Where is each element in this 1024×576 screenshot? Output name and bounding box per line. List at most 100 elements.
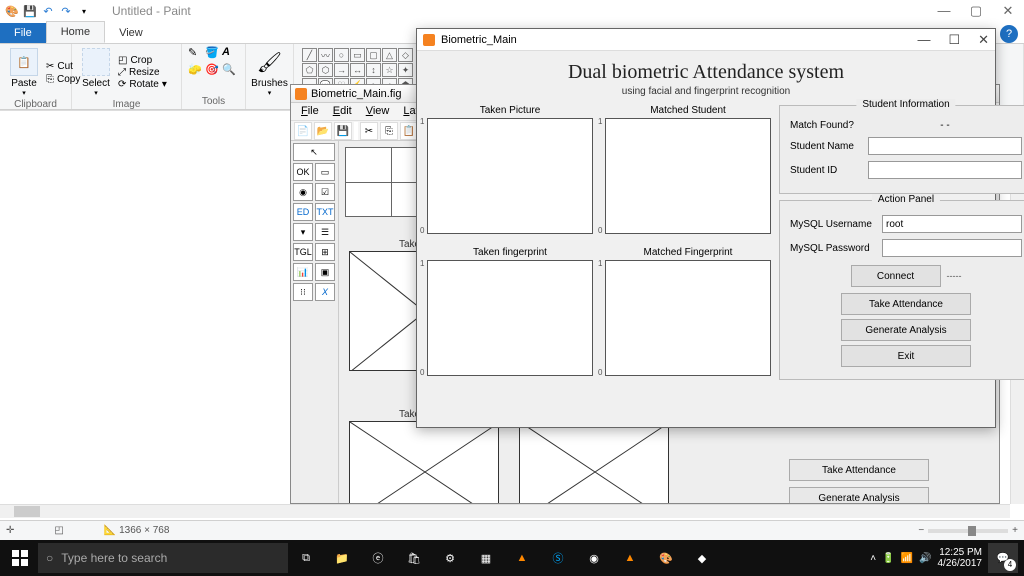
take-attendance-button[interactable]: Take Attendance	[841, 293, 971, 315]
scrollbar-horizontal[interactable]	[0, 504, 1010, 518]
tab-home[interactable]: Home	[46, 21, 105, 43]
student-id-field[interactable]	[868, 161, 1022, 179]
taskbar-clock[interactable]: 12:25 PM4/26/2017	[938, 547, 983, 569]
maximize-button[interactable]: ▢	[964, 3, 988, 19]
activex-tool[interactable]: X	[315, 283, 335, 301]
checkbox-tool[interactable]: ☑	[315, 183, 335, 201]
save-icon[interactable]: 💾	[22, 3, 38, 19]
mysql-pass-field[interactable]	[882, 239, 1022, 257]
app-title: Dual biometric Attendance system	[427, 61, 985, 84]
axes-box-3[interactable]	[519, 421, 669, 503]
start-button[interactable]	[2, 540, 38, 576]
clipboard-label: Clipboard	[6, 99, 65, 110]
paint-title: Untitled - Paint	[112, 4, 191, 18]
brushes-button[interactable]: 🖌Brushes▾	[252, 46, 287, 99]
mysql-user-field[interactable]	[882, 215, 1022, 233]
paste-button[interactable]: 📋Paste▾	[6, 46, 42, 99]
tab-file[interactable]: File	[0, 23, 46, 43]
tray-chevron-icon[interactable]: ˄	[870, 553, 876, 564]
close-button[interactable]: ✕	[996, 3, 1020, 19]
tools-icons[interactable]: ✎🪣A 🧽🎯🔍	[188, 46, 239, 77]
biometric-titlebar[interactable]: Biometric_Main — ☐ ✕	[417, 29, 995, 51]
action-center-icon[interactable]: 💬4	[988, 543, 1018, 573]
zoom-out-button[interactable]: −	[918, 525, 924, 536]
open-icon[interactable]: 📂	[314, 122, 332, 140]
connect-button[interactable]: Connect	[851, 265, 941, 287]
axes-box-2[interactable]	[349, 421, 499, 503]
plot-taken-picture: Taken Picture 10	[427, 105, 593, 239]
qat-dropdown-icon[interactable]: ▾	[76, 3, 92, 19]
rotate-button[interactable]: ⟳ Rotate ▾	[118, 79, 167, 90]
resize-button[interactable]: ⤢ Resize	[118, 67, 167, 78]
minimize-button[interactable]: —	[932, 3, 956, 19]
menu-file[interactable]: File	[295, 103, 325, 120]
component-palette: ↖ OK▭ ◉☑ EDTXT ▾☰ TGL⊞ 📊▣ ⁝⁝X	[291, 141, 339, 503]
student-name-field[interactable]	[868, 137, 1022, 155]
taskbar-edge-icon[interactable]: ⓔ	[360, 540, 396, 576]
tray-battery-icon[interactable]: 🔋	[882, 553, 894, 564]
pointer-tool[interactable]: ↖	[293, 143, 335, 161]
guide-title: Biometric_Main.fig	[311, 88, 401, 100]
redo-icon[interactable]: ↷	[58, 3, 74, 19]
taskbar-matlab-icon[interactable]: ▲	[612, 540, 648, 576]
crop-button[interactable]: ◰ Crop	[118, 55, 167, 66]
menu-edit[interactable]: Edit	[327, 103, 358, 120]
connect-status: -----	[947, 271, 962, 281]
student-info-legend: Student Information	[856, 99, 955, 110]
copy-icon[interactable]: ⎘	[380, 122, 398, 140]
help-icon[interactable]: ?	[1000, 25, 1018, 43]
taskbar-app2-icon[interactable]: ◆	[684, 540, 720, 576]
guide-take-button[interactable]: Take Attendance	[789, 459, 929, 481]
maximize-button[interactable]: ☐	[948, 32, 960, 48]
radiobutton-tool[interactable]: ◉	[293, 183, 313, 201]
paint-app-icon: 🎨	[4, 3, 20, 19]
tab-view[interactable]: View	[105, 23, 157, 43]
mysql-user-label: MySQL Username	[790, 219, 882, 230]
app-subtitle: using facial and fingerprint recognition	[427, 86, 985, 97]
select-button[interactable]: Select▾	[78, 46, 114, 99]
taskbar-paint-icon[interactable]: 🎨	[648, 540, 684, 576]
student-info-panel: Student Information Match Found? - - Stu…	[779, 105, 1024, 194]
search-box[interactable]: ○ Type here to search	[38, 543, 288, 573]
toggle-tool[interactable]: TGL	[293, 243, 313, 261]
generate-analysis-button[interactable]: Generate Analysis	[841, 319, 971, 341]
new-icon[interactable]: 📄	[294, 122, 312, 140]
undo-icon[interactable]: ↶	[40, 3, 56, 19]
edit-tool[interactable]: ED	[293, 203, 313, 221]
plot-taken-fingerprint: Taken fingerprint 10	[427, 247, 593, 381]
listbox-tool[interactable]: ☰	[315, 223, 335, 241]
menu-view[interactable]: View	[360, 103, 396, 120]
tray-volume-icon[interactable]: 🔊	[919, 553, 931, 564]
pushbutton-tool[interactable]: OK	[293, 163, 313, 181]
panel-tool[interactable]: ▣	[315, 263, 335, 281]
plot-matched-fingerprint: Matched Fingerprint 10	[605, 247, 771, 381]
taskbar-store-icon[interactable]: 🛍	[396, 540, 432, 576]
close-button[interactable]: ✕	[978, 32, 989, 48]
table-tool[interactable]: ⊞	[315, 243, 335, 261]
tray-wifi-icon[interactable]: 📶	[901, 553, 913, 564]
popup-tool[interactable]: ▾	[293, 223, 313, 241]
taskbar-vlc-icon[interactable]: ▲	[504, 540, 540, 576]
taskbar-settings-icon[interactable]: ⚙	[432, 540, 468, 576]
buttongroup-tool[interactable]: ⁝⁝	[293, 283, 313, 301]
zoom-in-button[interactable]: +	[1012, 525, 1018, 536]
exit-button[interactable]: Exit	[841, 345, 971, 367]
taskbar: ○ Type here to search ⧉ 📁 ⓔ 🛍 ⚙ ▦ ▲ Ⓢ ◉ …	[0, 540, 1024, 576]
paint-statusbar: ✛ ◰ 📐 1366 × 768 − +	[0, 520, 1024, 540]
cut-icon[interactable]: ✂	[360, 122, 378, 140]
taskbar-explorer-icon[interactable]: 📁	[324, 540, 360, 576]
axes-tool[interactable]: 📊	[293, 263, 313, 281]
text-tool[interactable]: TXT	[315, 203, 335, 221]
minimize-button[interactable]: —	[917, 32, 930, 48]
taskbar-chrome-icon[interactable]: ◉	[576, 540, 612, 576]
action-panel-legend: Action Panel	[872, 194, 940, 205]
save-icon[interactable]: 💾	[334, 122, 352, 140]
taskbar-skype-icon[interactable]: Ⓢ	[540, 540, 576, 576]
task-view-icon[interactable]: ⧉	[288, 540, 324, 576]
guide-gen-button[interactable]: Generate Analysis	[789, 487, 929, 503]
slider-tool[interactable]: ▭	[315, 163, 335, 181]
system-tray: ˄ 🔋 📶 🔊 12:25 PM4/26/2017 💬4	[870, 543, 1022, 573]
image-label: Image	[78, 99, 175, 110]
taskbar-app-icon[interactable]: ▦	[468, 540, 504, 576]
zoom-slider[interactable]	[928, 529, 1008, 533]
